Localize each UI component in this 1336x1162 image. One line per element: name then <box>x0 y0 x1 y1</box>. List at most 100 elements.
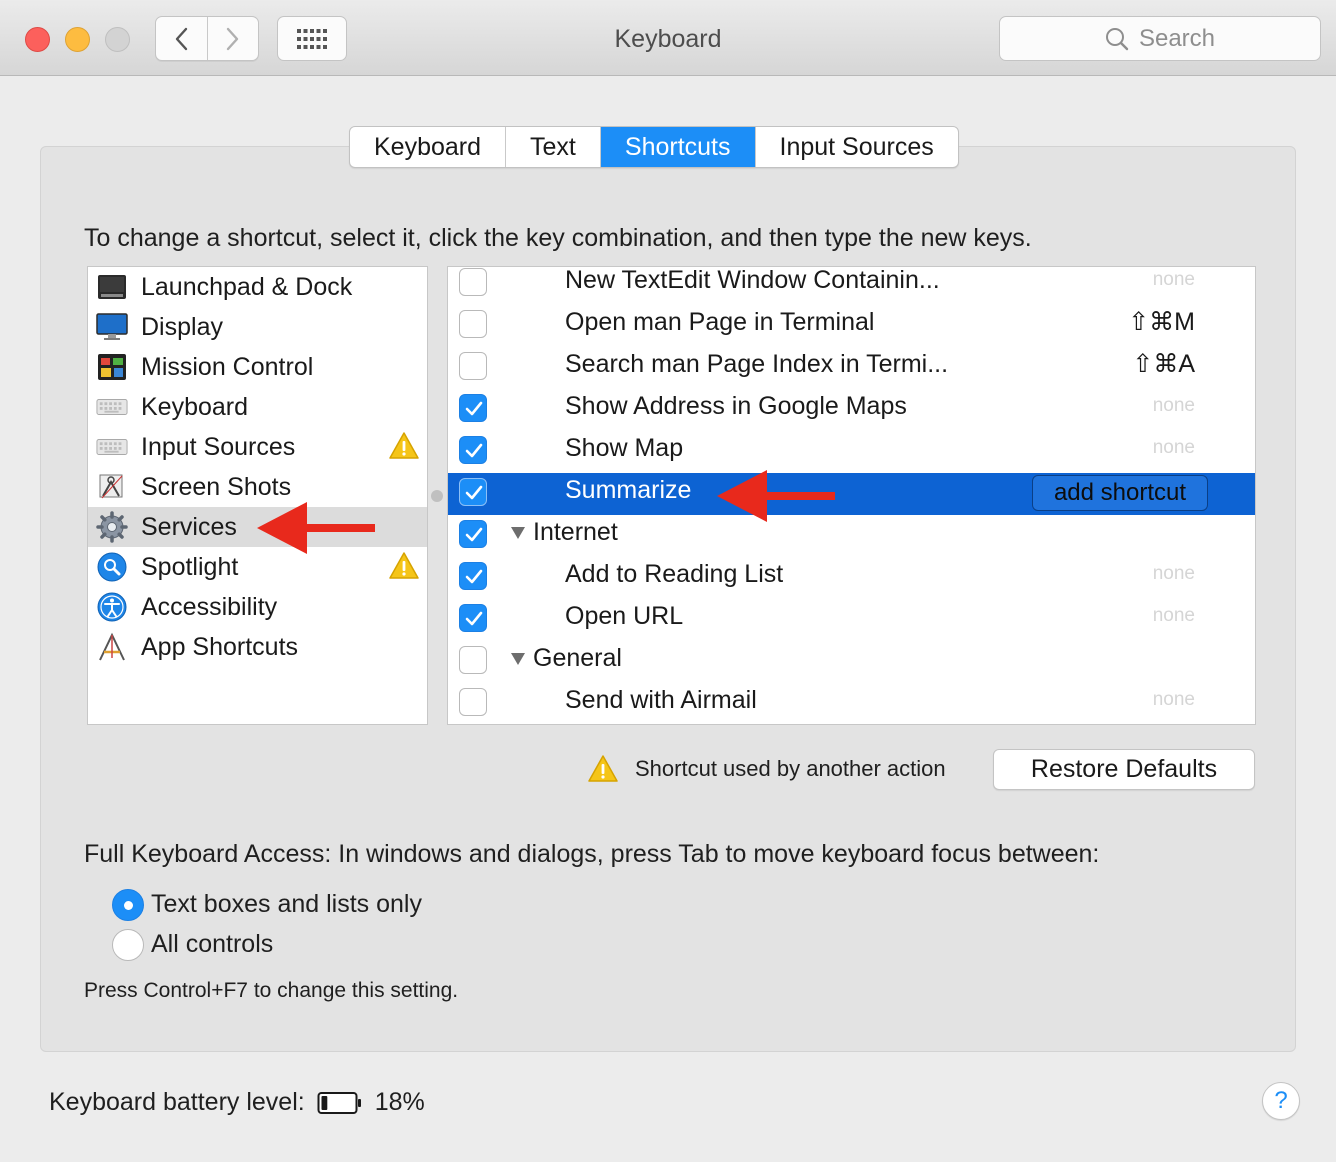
warning-icon <box>388 551 420 586</box>
warning-icon <box>388 431 420 466</box>
gear-icon <box>96 511 128 543</box>
annotation-arrow-icon <box>257 502 375 554</box>
shortcut-row[interactable]: Show Map none <box>448 431 1255 473</box>
shortcut-row[interactable]: Show Address in Google Maps none <box>448 389 1255 431</box>
shortcut-checkbox[interactable] <box>459 310 487 338</box>
battery-percent: 18% <box>374 1088 425 1116</box>
category-app-shortcuts[interactable]: App Shortcuts <box>88 627 427 667</box>
tab-bar: Keyboard Text Shortcuts Input Sources <box>349 126 959 168</box>
category-label: Spotlight <box>141 553 239 581</box>
checkmark-icon <box>465 527 483 542</box>
category-label: Keyboard <box>141 393 249 421</box>
warning-icon <box>588 755 618 782</box>
shortcut-group-row[interactable]: General <box>448 641 1255 683</box>
shortcut-keys[interactable]: none <box>1153 558 1195 590</box>
category-launchpad-dock[interactable]: Launchpad & Dock <box>88 267 427 307</box>
shortcut-keys[interactable]: none <box>1153 684 1195 716</box>
annotation-arrow-icon <box>717 470 835 522</box>
category-list[interactable]: Launchpad & Dock Display Mission Control… <box>87 266 428 725</box>
shortcut-keys[interactable]: ⇧⌘M <box>1128 306 1195 338</box>
search-input[interactable]: Search <box>999 16 1321 61</box>
category-label: Display <box>141 313 223 341</box>
split-view-divider[interactable] <box>431 490 443 502</box>
battery-label: Keyboard battery level: <box>49 1088 305 1116</box>
keyboard-access-hint: Press Control+F7 to change this setting. <box>84 979 459 1002</box>
category-mission-control[interactable]: Mission Control <box>88 347 427 387</box>
shortcut-row-selected[interactable]: Summarize add shortcut <box>448 473 1255 515</box>
shortcut-label: New TextEdit Window Containin... <box>565 266 940 294</box>
checkmark-icon <box>465 443 483 458</box>
full-keyboard-access-label: Full Keyboard Access: In windows and dia… <box>84 840 1100 868</box>
shortcut-keys[interactable]: none <box>1153 600 1195 632</box>
shortcut-row[interactable]: New TextEdit Window Containin... none <box>448 266 1255 305</box>
display-icon <box>96 311 128 343</box>
category-label: App Shortcuts <box>141 633 299 661</box>
category-label: Services <box>141 513 237 541</box>
group-label: Internet <box>533 518 618 546</box>
battery-icon <box>317 1091 361 1114</box>
shortcut-list[interactable]: New TextEdit Window Containin... none Op… <box>447 266 1256 725</box>
tab-text[interactable]: Text <box>505 127 600 167</box>
shortcut-row[interactable]: Send with Airmail none <box>448 683 1255 724</box>
radio-label[interactable]: All controls <box>151 930 273 959</box>
disclosure-triangle-icon[interactable] <box>510 526 526 540</box>
shortcut-label: Search man Page Index in Termi... <box>565 350 949 378</box>
shortcut-keys[interactable]: ⇧⌘A <box>1132 348 1195 380</box>
shortcut-keys[interactable]: none <box>1153 267 1195 296</box>
disclosure-triangle-icon[interactable] <box>510 652 526 666</box>
add-shortcut-button[interactable]: add shortcut <box>1032 475 1208 511</box>
shortcut-checkbox[interactable] <box>459 520 487 548</box>
tab-shortcuts[interactable]: Shortcuts <box>599 127 755 167</box>
battery-level: Keyboard battery level: 18% <box>49 1088 425 1117</box>
restore-defaults-button[interactable]: Restore Defaults <box>993 749 1255 790</box>
shortcut-label: Open URL <box>565 602 684 630</box>
screen-shots-icon <box>96 471 128 503</box>
category-label: Mission Control <box>141 353 314 381</box>
shortcut-checkbox[interactable] <box>459 436 487 464</box>
shortcut-row[interactable]: Open man Page in Terminal ⇧⌘M <box>448 305 1255 347</box>
title-bar: Keyboard Search <box>0 0 1336 76</box>
category-label: Accessibility <box>141 593 278 621</box>
shortcut-row[interactable]: Add to Reading List none <box>448 557 1255 599</box>
radio-label[interactable]: Text boxes and lists only <box>151 890 422 919</box>
search-placeholder: Search <box>1138 24 1216 52</box>
keyboard-icon <box>96 391 128 423</box>
category-accessibility[interactable]: Accessibility <box>88 587 427 627</box>
checkmark-icon <box>465 485 483 500</box>
shortcut-checkbox[interactable] <box>459 604 487 632</box>
radio-text-boxes-lists[interactable] <box>112 889 144 921</box>
shortcut-keys[interactable]: none <box>1153 432 1195 464</box>
category-label: Screen Shots <box>141 473 292 501</box>
shortcut-checkbox[interactable] <box>459 352 487 380</box>
shortcut-checkbox[interactable] <box>459 268 487 296</box>
search-icon <box>1105 27 1129 50</box>
shortcut-row[interactable]: Search man Page Index in Termi... ⇧⌘A <box>448 347 1255 389</box>
shortcut-conflict-note: Shortcut used by another action <box>587 754 946 784</box>
mission-control-icon <box>96 351 128 383</box>
accessibility-icon <box>96 591 128 623</box>
shortcut-group-row[interactable]: Internet <box>448 515 1255 557</box>
shortcut-keys[interactable]: none <box>1153 390 1195 422</box>
checkmark-icon <box>465 569 483 584</box>
tab-keyboard[interactable]: Keyboard <box>350 127 505 167</box>
category-keyboard[interactable]: Keyboard <box>88 387 427 427</box>
shortcut-checkbox[interactable] <box>459 394 487 422</box>
shortcut-label: Show Address in Google Maps <box>565 392 907 420</box>
shortcut-checkbox[interactable] <box>459 562 487 590</box>
category-input-sources[interactable]: Input Sources <box>88 427 427 467</box>
help-button[interactable]: ? <box>1262 1082 1300 1120</box>
shortcut-checkbox[interactable] <box>459 478 487 506</box>
radio-all-controls[interactable] <box>112 929 144 961</box>
shortcut-row[interactable]: Open URL none <box>448 599 1255 641</box>
app-shortcuts-icon <box>96 631 128 663</box>
shortcut-label: Send with Airmail <box>565 686 757 714</box>
instructions-text: To change a shortcut, select it, click t… <box>84 224 1032 252</box>
shortcut-checkbox[interactable] <box>459 646 487 674</box>
shortcut-checkbox[interactable] <box>459 688 487 716</box>
tab-input-sources[interactable]: Input Sources <box>754 127 958 167</box>
category-display[interactable]: Display <box>88 307 427 347</box>
checkmark-icon <box>465 401 483 416</box>
checkmark-icon <box>465 611 483 626</box>
group-label: General <box>533 644 622 672</box>
warning-note-text: Shortcut used by another action <box>635 756 946 781</box>
